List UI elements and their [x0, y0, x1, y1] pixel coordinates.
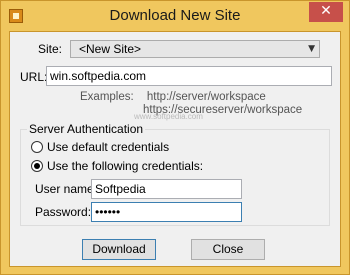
password-input-value: •••••• [95, 205, 121, 219]
url-label: URL: [20, 70, 48, 84]
close-button[interactable]: Close [191, 239, 265, 260]
examples-label: Examples: [80, 91, 134, 103]
url-input[interactable]: win.softpedia.com [46, 66, 332, 86]
site-label: Site: [38, 42, 63, 56]
group-title: Server Authentication [27, 122, 146, 136]
default-credentials-label[interactable]: Use default credentials [47, 140, 169, 154]
window-close-button[interactable]: ✕ [309, 2, 343, 22]
download-new-site-dialog: Download New Site ✕ Site: <New Site> ▼ U… [0, 0, 350, 275]
example-url-1: http://server/workspace [146, 91, 266, 103]
window-title: Download New Site [109, 7, 241, 24]
dialog-body: Site: <New Site> ▼ URL: win.softpedia.co… [9, 31, 341, 267]
custom-credentials-radio[interactable] [31, 160, 43, 172]
watermark-text: www.softpedia.com [134, 112, 203, 121]
username-input-value: Softpedia [95, 182, 146, 196]
username-input[interactable]: Softpedia [91, 179, 242, 199]
username-label: User name: [35, 182, 98, 196]
custom-credentials-label[interactable]: Use the following credentials: [47, 159, 203, 173]
url-input-value: win.softpedia.com [50, 69, 147, 83]
default-credentials-radio[interactable] [31, 141, 43, 153]
password-label: Password: [35, 205, 92, 219]
site-select[interactable]: <New Site> ▼ [70, 40, 320, 58]
site-select-value: <New Site> [79, 42, 142, 56]
title-bar[interactable]: Download New Site ✕ [1, 1, 349, 31]
server-authentication-group: Server Authentication Use default creden… [20, 122, 330, 226]
download-button[interactable]: Download [82, 239, 156, 260]
password-input[interactable]: •••••• [91, 202, 242, 222]
chevron-down-icon[interactable]: ▼ [308, 41, 315, 57]
